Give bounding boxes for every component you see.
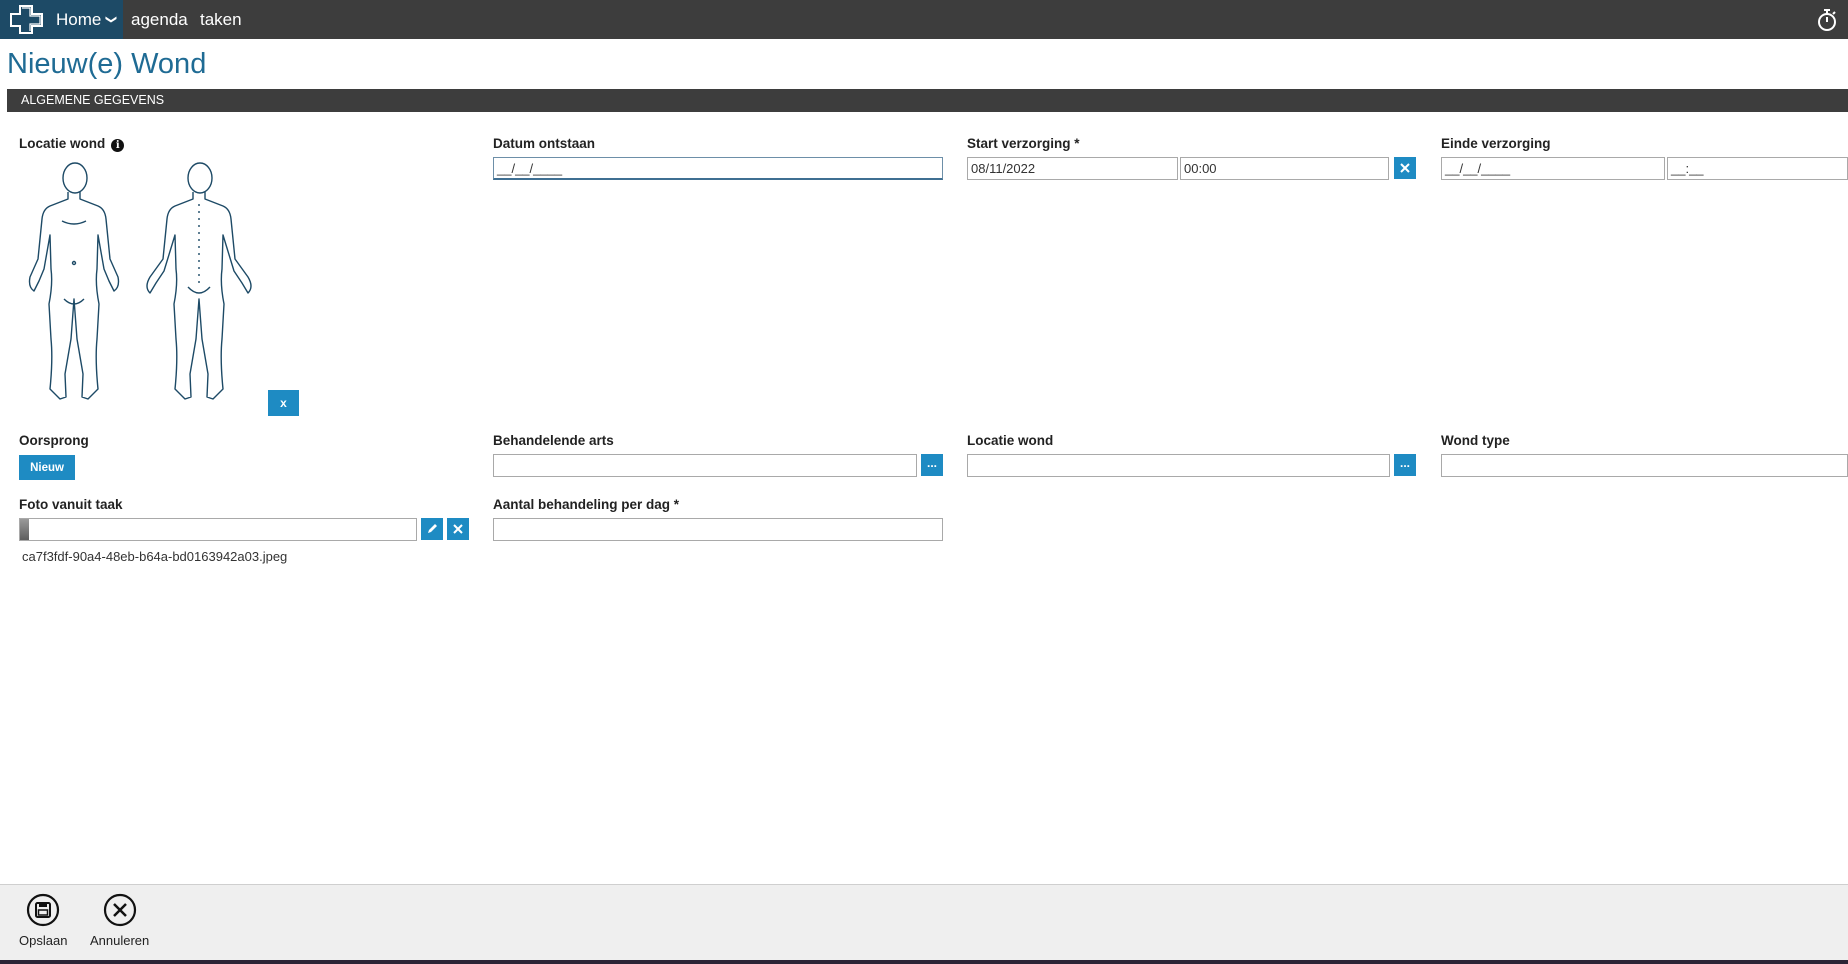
start-verzorging-time-input[interactable]: 00:00 (1180, 157, 1389, 180)
page-title: Nieuw(e) Wond (7, 48, 207, 80)
behandelende-arts-input[interactable] (493, 454, 917, 477)
datum-ontstaan-value: __/__/____ (497, 161, 563, 176)
aantal-behandeling-label: Aantal behandeling per dag * (493, 497, 680, 512)
locatie-wond-lookup-button[interactable]: ... (1394, 454, 1416, 476)
close-icon (453, 524, 463, 534)
clear-start-verzorging-button[interactable] (1394, 157, 1416, 179)
locatie-wond-input[interactable] (967, 454, 1390, 477)
cancel-label: Annuleren (90, 933, 150, 948)
cancel-icon (103, 893, 136, 927)
save-label: Opslaan (19, 933, 68, 948)
einde-verzorging-date-input[interactable]: __/__/____ (1441, 157, 1665, 180)
oorsprong-nieuw-button[interactable]: Nieuw (19, 455, 75, 480)
locatie-wond-body-label: Locatie wond i (19, 136, 125, 152)
start-verzorging-date-input[interactable]: 08/11/2022 (967, 157, 1178, 180)
photo-filename: ca7f3fdf-90a4-48eb-b64a-bd0163942a03.jpe… (22, 549, 288, 564)
save-button[interactable]: Opslaan (19, 893, 67, 948)
info-icon[interactable]: i (111, 139, 125, 152)
einde-verzorging-label: Einde verzorging (1441, 136, 1551, 151)
aantal-behandeling-input[interactable] (493, 518, 943, 541)
einde-verzorging-time-input[interactable]: __:__ (1667, 157, 1848, 180)
behandelende-arts-lookup-button[interactable]: ... (921, 454, 943, 476)
body-map[interactable] (16, 159, 271, 414)
start-verzorging-label: Start verzorging * (967, 136, 1080, 151)
start-verzorging-date-value: 08/11/2022 (971, 161, 1036, 176)
home-menu-label: Home (56, 9, 102, 29)
foto-vanuit-taak-input[interactable] (19, 518, 417, 541)
clear-body-location-button[interactable]: x (268, 390, 299, 416)
medical-cross-logo-icon (10, 5, 43, 34)
stopwatch-icon[interactable] (1816, 8, 1838, 37)
pencil-icon (428, 524, 437, 533)
top-navigation-bar: Home ❯ agenda taken (0, 0, 1848, 39)
remove-photo-button[interactable] (447, 518, 469, 540)
wond-type-label: Wond type (1441, 433, 1510, 448)
close-icon (1400, 163, 1410, 173)
datum-ontstaan-label: Datum ontstaan (493, 136, 596, 151)
body-map-figure[interactable] (16, 159, 271, 409)
chevron-down-icon: ❯ (105, 14, 118, 25)
app-logo[interactable] (0, 0, 55, 39)
einde-verzorging-date-value: __/__/____ (1445, 161, 1511, 176)
locatie-wond-label: Locatie wond (967, 433, 1054, 448)
taskbar-edge (0, 960, 1848, 964)
nav-link-agenda[interactable]: agenda (131, 0, 188, 39)
home-menu-button[interactable]: Home ❯ (55, 0, 123, 39)
edit-photo-button[interactable] (421, 518, 443, 540)
start-verzorging-time-value: 00:00 (1184, 161, 1217, 176)
ellipsis-icon: ... (926, 456, 937, 470)
save-icon (27, 893, 60, 927)
bottom-action-bar: Opslaan Annuleren (0, 884, 1848, 964)
behandelende-arts-label: Behandelende arts (493, 433, 614, 448)
oorsprong-label: Oorsprong (19, 433, 89, 448)
nav-link-taken[interactable]: taken (200, 0, 242, 39)
datum-ontstaan-input[interactable]: __/__/____ (493, 157, 943, 180)
photo-thumbnail-icon (20, 519, 29, 540)
wond-type-select[interactable] (1441, 454, 1848, 477)
section-header-algemene-gegevens: ALGEMENE GEGEVENS (7, 89, 1848, 112)
foto-vanuit-taak-label: Foto vanuit taak (19, 497, 123, 512)
locatie-wond-body-label-text: Locatie wond (19, 136, 106, 151)
einde-verzorging-time-value: __:__ (1671, 161, 1704, 176)
clear-body-location-label: x (280, 396, 287, 410)
oorsprong-nieuw-label: Nieuw (30, 461, 64, 474)
ellipsis-icon: ... (1399, 456, 1410, 470)
cancel-button[interactable]: Annuleren (90, 893, 149, 948)
